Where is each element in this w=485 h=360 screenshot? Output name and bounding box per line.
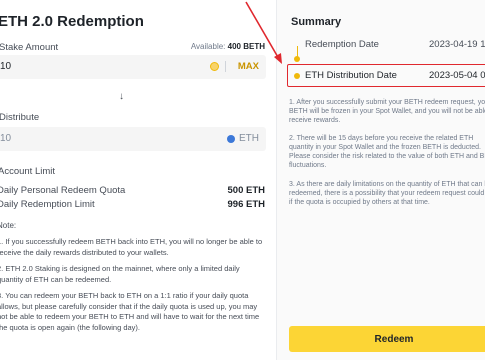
available-value: 400 BETH bbox=[227, 42, 265, 51]
available-balance: Available: 400 BETH bbox=[190, 42, 265, 51]
note-heading: Note: bbox=[0, 221, 17, 230]
account-limit-heading: Account Limit bbox=[0, 166, 56, 177]
summary-info-item: 3. As there are daily limitations on the… bbox=[289, 181, 485, 206]
stake-label-row: Stake Amount Available: 400 BETH bbox=[0, 42, 265, 53]
distribute-amount-field: 10 ETH bbox=[0, 127, 266, 151]
summary-label: ETH Distribution Date bbox=[305, 70, 397, 81]
note-item: 3. You can redeem your BETH back to ETH … bbox=[0, 291, 260, 332]
distribute-amount-value: 10 bbox=[0, 133, 12, 144]
summary-row-distribution-date: ETH Distribution Date 2023-05-04 08: bbox=[305, 70, 485, 81]
summary-panel: Summary Redemption Date 2023-04-19 11: E… bbox=[276, 0, 485, 360]
eth-coin-icon bbox=[227, 135, 235, 143]
redemption-form: ETH 2.0 Redemption Stake Amount Availabl… bbox=[0, 0, 276, 360]
stake-amount-input[interactable]: 10 MAX bbox=[0, 55, 266, 79]
summary-row-redemption-date: Redemption Date 2023-04-19 11: bbox=[305, 39, 485, 50]
page-title: ETH 2.0 Redemption bbox=[0, 13, 144, 30]
stake-amount-label: Stake Amount bbox=[0, 42, 59, 53]
quota-value: 996 ETH bbox=[227, 199, 266, 210]
quota-row-personal: Daily Personal Redeem Quota 500 ETH bbox=[0, 185, 265, 196]
quota-row-redemption: Daily Redemption Limit 996 ETH bbox=[0, 199, 265, 210]
summary-info-item: 2. There will be 15 days before you rece… bbox=[289, 135, 485, 169]
distribute-label: Distribute bbox=[0, 112, 40, 123]
input-divider bbox=[225, 61, 226, 72]
summary-value: 2023-05-04 08: bbox=[429, 70, 485, 81]
quota-label: Daily Personal Redeem Quota bbox=[0, 185, 126, 196]
distribute-label-row: Distribute bbox=[0, 112, 265, 123]
summary-value: 2023-04-19 11: bbox=[429, 39, 485, 50]
max-button[interactable]: MAX bbox=[238, 61, 259, 72]
stake-amount-value[interactable]: 10 bbox=[0, 61, 11, 72]
quota-value: 500 ETH bbox=[227, 185, 266, 196]
summary-info-item: 1. After you successfully submit your BE… bbox=[289, 99, 485, 124]
note-item: 2. ETH 2.0 Staking is designed on the ma… bbox=[0, 264, 240, 284]
note-item: 1. If you successfully redeem BETH back … bbox=[0, 237, 263, 257]
beth-coin-icon bbox=[210, 62, 219, 71]
timeline-dot-icon bbox=[294, 56, 300, 62]
distribute-coin-symbol: ETH bbox=[239, 133, 259, 144]
timeline-dot-icon bbox=[294, 73, 300, 79]
summary-label: Redemption Date bbox=[305, 39, 379, 50]
summary-title: Summary bbox=[291, 16, 342, 28]
redeem-button[interactable]: Redeem bbox=[289, 326, 485, 352]
quota-label: Daily Redemption Limit bbox=[0, 199, 95, 210]
arrow-down-icon: ↓ bbox=[119, 91, 124, 102]
